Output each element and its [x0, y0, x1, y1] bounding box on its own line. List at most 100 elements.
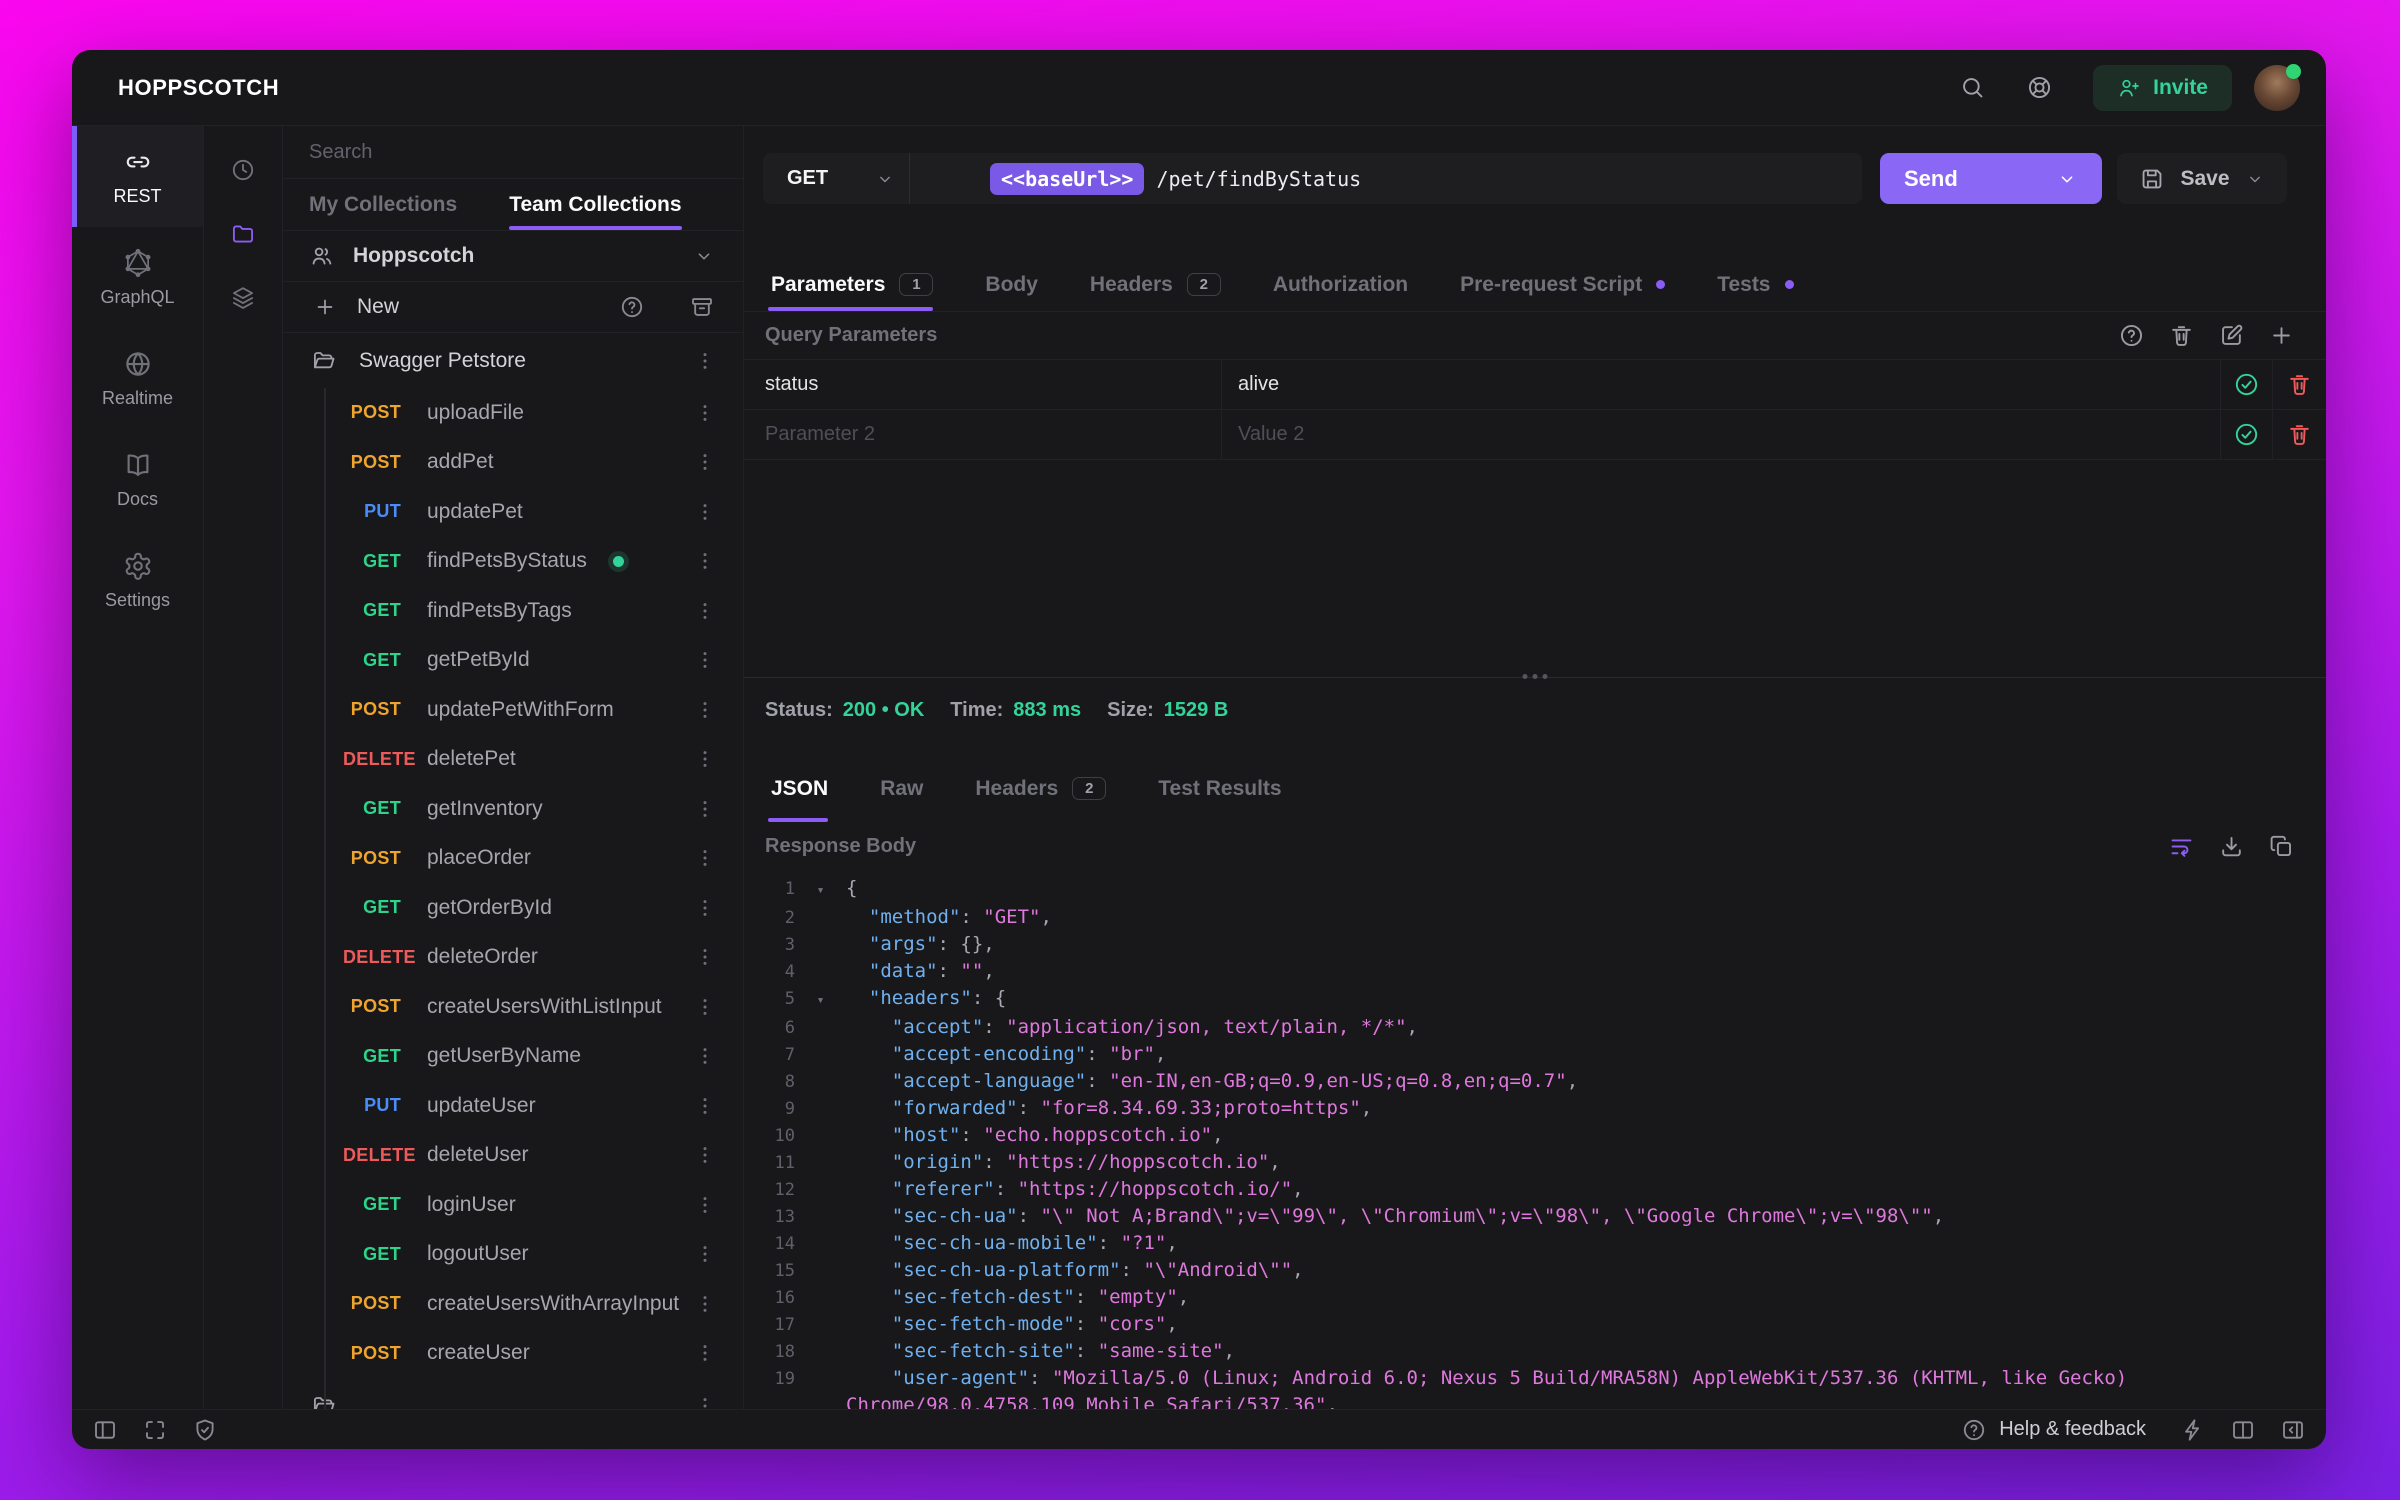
param-delete[interactable] [2272, 410, 2326, 459]
options-icon[interactable] [693, 549, 717, 573]
request-item[interactable]: GET findPetsByTags [283, 586, 743, 636]
tab-raw[interactable]: Raw [854, 755, 949, 822]
param-delete[interactable] [2272, 360, 2326, 409]
sidebar-item-docs[interactable]: Docs [72, 429, 203, 530]
fold-arrow[interactable]: ▾ [795, 878, 846, 904]
options-icon[interactable] [693, 945, 717, 969]
request-item[interactable]: PUT updatePet [283, 487, 743, 537]
request-item[interactable]: POST updatePetWithForm [283, 685, 743, 735]
options-icon[interactable] [693, 1292, 717, 1316]
delete-all-icon[interactable] [2168, 322, 2195, 349]
param-key[interactable]: status [744, 360, 1221, 409]
options-icon[interactable] [693, 995, 717, 1019]
options-icon[interactable] [693, 747, 717, 771]
toggle-sidebar-icon[interactable] [92, 1417, 118, 1443]
options-icon[interactable] [693, 599, 717, 623]
tab-headers[interactable]: Headers 2 [1064, 258, 1247, 311]
archive-icon[interactable] [689, 294, 715, 320]
response-body-code[interactable]: 1 ▾{2 "method": "GET", 3 "args": {}, 4 "dat… [744, 870, 2326, 1409]
copy-icon[interactable] [2268, 833, 2295, 860]
plus-icon[interactable] [313, 295, 337, 319]
tab-test-results[interactable]: Test Results [1132, 755, 1307, 822]
avatar[interactable] [2254, 63, 2301, 111]
tab-tests[interactable]: Tests [1691, 258, 1819, 311]
columns-layout-icon[interactable] [2230, 1417, 2256, 1443]
param-key[interactable]: Parameter 2 [744, 410, 1221, 459]
interceptor-icon[interactable] [192, 1417, 218, 1443]
tab-parameters[interactable]: Parameters 1 [768, 258, 959, 311]
request-item[interactable]: POST uploadFile [283, 388, 743, 438]
options-icon[interactable] [693, 1094, 717, 1118]
request-item[interactable]: DELETE deleteUser [283, 1131, 743, 1181]
tab-headers[interactable]: Headers 2 [949, 755, 1132, 822]
download-icon[interactable] [2218, 833, 2245, 860]
strip-item-collections[interactable] [219, 210, 267, 258]
send-button[interactable]: Send [1880, 153, 2102, 204]
options-icon[interactable] [693, 401, 717, 425]
options-icon[interactable] [693, 648, 717, 672]
sidebar-item-settings[interactable]: Settings [72, 530, 203, 631]
options-icon[interactable] [693, 349, 717, 373]
help-circle-icon[interactable] [2118, 322, 2145, 349]
options-icon[interactable] [693, 450, 717, 474]
request-item[interactable]: POST createUsersWithArrayInput [283, 1279, 743, 1329]
request-item[interactable]: GET logoutUser [283, 1230, 743, 1280]
search-input[interactable] [283, 140, 743, 164]
options-icon[interactable] [693, 846, 717, 870]
collection-folder[interactable]: Swagger Petstore [283, 333, 743, 388]
options-icon[interactable] [693, 698, 717, 722]
options-icon[interactable] [693, 1341, 717, 1365]
request-item[interactable]: GET getOrderById [283, 883, 743, 933]
request-item[interactable]: POST placeOrder [283, 834, 743, 884]
collapse-right-panel-icon[interactable] [2280, 1417, 2306, 1443]
save-button[interactable]: Save [2117, 153, 2287, 204]
sidebar-item-rest[interactable]: REST [72, 126, 203, 227]
invite-button[interactable]: Invite [2093, 64, 2232, 111]
help-circle-icon[interactable] [619, 294, 645, 320]
options-icon[interactable] [693, 1242, 717, 1266]
edit-icon[interactable] [2218, 322, 2245, 349]
strip-item-history[interactable] [219, 146, 267, 194]
options-icon[interactable] [693, 797, 717, 821]
options-icon[interactable] [693, 1394, 717, 1410]
options-icon[interactable] [693, 1044, 717, 1068]
param-value[interactable]: alive [1221, 360, 2220, 409]
request-item[interactable]: GET loginUser [283, 1180, 743, 1230]
request-item[interactable]: POST createUser [283, 1329, 743, 1379]
shortcuts-icon[interactable] [2180, 1417, 2206, 1443]
pane-resize-handle[interactable] [1522, 674, 1548, 679]
options-icon[interactable] [693, 1143, 717, 1167]
team-selector[interactable]: Hoppscotch [283, 231, 743, 282]
tab-authorization[interactable]: Authorization [1247, 258, 1434, 311]
tab-pre-request-script[interactable]: Pre-request Script [1434, 258, 1691, 311]
request-item[interactable]: DELETE deleteOrder [283, 933, 743, 983]
method-select[interactable]: GET [763, 153, 910, 204]
tab-my-collections[interactable]: My Collections [309, 179, 457, 230]
url-input[interactable]: <<baseUrl>> /pet/findByStatus [910, 153, 1862, 204]
request-item[interactable]: GET getUserByName [283, 1032, 743, 1082]
tab-body[interactable]: Body [959, 258, 1064, 311]
request-item[interactable]: PUT updateUser [283, 1081, 743, 1131]
help-feedback-button[interactable]: Help & feedback [1961, 1417, 2146, 1443]
tab-team-collections[interactable]: Team Collections [509, 179, 682, 230]
options-icon[interactable] [693, 1193, 717, 1217]
request-item[interactable]: GET findPetsByStatus [283, 537, 743, 587]
sidebar-item-realtime[interactable]: Realtime [72, 328, 203, 429]
options-icon[interactable] [693, 896, 717, 920]
param-toggle[interactable] [2220, 360, 2272, 409]
search-icon[interactable] [1959, 74, 1986, 101]
request-item[interactable]: DELETE deletePet [283, 735, 743, 785]
tab-json[interactable]: JSON [768, 755, 854, 822]
request-item[interactable]: GET getPetById [283, 636, 743, 686]
strip-item-environments[interactable] [219, 274, 267, 322]
request-item[interactable]: POST createUsersWithListInput [283, 982, 743, 1032]
request-item[interactable]: POST addPet [283, 438, 743, 488]
new-collection-button[interactable]: New [357, 295, 599, 319]
sidebar-item-graphql[interactable]: GraphQL [72, 227, 203, 328]
param-value[interactable]: Value 2 [1221, 410, 2220, 459]
options-icon[interactable] [693, 500, 717, 524]
request-item[interactable]: GET getInventory [283, 784, 743, 834]
param-toggle[interactable] [2220, 410, 2272, 459]
support-icon[interactable] [2026, 74, 2053, 101]
expand-icon[interactable] [142, 1417, 168, 1443]
